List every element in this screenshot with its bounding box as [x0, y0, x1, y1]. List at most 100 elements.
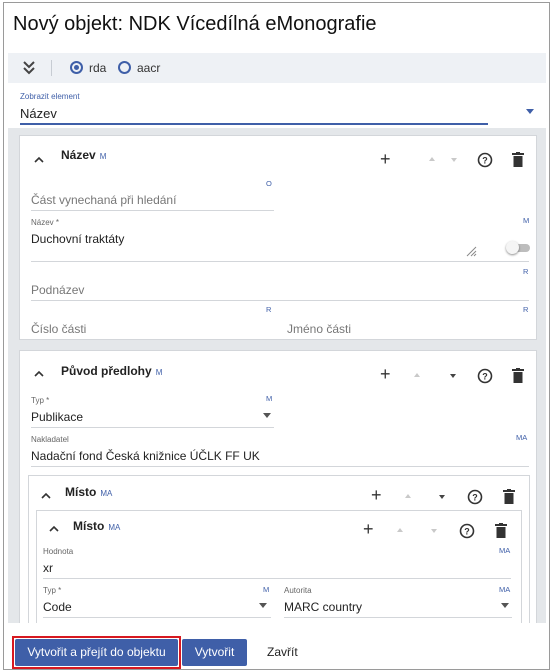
double-chevron-down-icon[interactable] [22, 60, 36, 76]
field-underline [43, 578, 511, 579]
field-underline [31, 210, 274, 211]
field-tag: MA [499, 585, 511, 594]
nakladatel-field[interactable]: Nadační fond Česká knižnice ÚČLK FF UK [31, 449, 260, 463]
toolbar: rda aacr [8, 53, 546, 83]
autorita-select[interactable]: MARC country [284, 600, 362, 614]
radio-rda-label: rda [89, 61, 107, 75]
field-underline [284, 617, 512, 618]
nazev-panel-title: Název M [61, 148, 106, 162]
podnazev-field[interactable]: Podnázev [31, 283, 84, 297]
puvod-panel-tag: M [155, 368, 163, 377]
nazev-field-label: Název * [31, 218, 60, 227]
caret-down-icon[interactable] [526, 109, 534, 114]
delete-icon[interactable] [512, 368, 524, 383]
field-underline [31, 466, 529, 467]
chevron-up-icon[interactable] [34, 370, 44, 378]
radio-rda[interactable] [70, 61, 83, 74]
misto-inner-title-text: Místo [73, 519, 105, 533]
chevron-up-icon[interactable] [49, 525, 59, 533]
field-tag: O [266, 179, 272, 188]
misto-outer-tag: MA [100, 489, 113, 498]
puvod-predlohy-panel: Původ předlohy M + ? Typ * M Publikace Na… [19, 350, 537, 623]
create-button[interactable]: Vytvořit [182, 639, 247, 666]
svg-text:?: ? [464, 527, 470, 537]
misto-inner-tag: MA [108, 523, 121, 532]
field-tag: R [523, 305, 529, 314]
hodnota-field-label: Hodnota [43, 547, 74, 556]
delete-icon[interactable] [503, 489, 515, 504]
chevron-up-icon[interactable] [41, 492, 51, 500]
add-icon[interactable]: + [380, 365, 391, 383]
jmeno-casti-field[interactable]: Jméno části [287, 322, 351, 336]
svg-text:?: ? [472, 493, 478, 503]
move-down-icon[interactable] [450, 374, 456, 378]
svg-text:?: ? [482, 156, 488, 166]
typ-field-label: Typ * [43, 586, 62, 595]
cislo-casti-field[interactable]: Číslo části [31, 322, 86, 336]
create-and-open-button[interactable]: Vytvořit a přejít do objektu [15, 639, 178, 666]
nazev-panel-tag: M [99, 152, 107, 161]
field-tag: MA [516, 433, 528, 442]
caret-down-icon[interactable] [263, 413, 271, 418]
resize-handle-icon[interactable] [466, 246, 477, 257]
delete-icon[interactable] [512, 152, 524, 167]
element-select-underline [20, 123, 488, 125]
typ-field-label: Typ * [31, 396, 50, 405]
field-tag: M [266, 394, 273, 403]
help-icon[interactable]: ? [467, 489, 483, 505]
move-down-icon[interactable] [431, 529, 437, 533]
move-down-icon[interactable] [439, 495, 445, 499]
element-select[interactable]: Název [20, 106, 57, 121]
dialog-footer: Vytvořit a přejít do objektu Vytvořit Za… [4, 625, 549, 669]
dialog-title: Nový objekt: NDK Vícedílná eMonografie [13, 13, 377, 35]
field-underline [43, 617, 271, 618]
element-select-label: Zobrazit element [20, 92, 80, 101]
toolbar-divider [51, 60, 52, 76]
field-tag: M [523, 216, 530, 225]
add-icon[interactable]: + [380, 150, 391, 168]
typ-select[interactable]: Code [43, 600, 72, 614]
hodnota-field[interactable]: xr [43, 561, 53, 575]
toggle-switch[interactable] [506, 241, 530, 254]
move-up-icon[interactable] [429, 157, 435, 161]
help-icon[interactable]: ? [477, 368, 493, 384]
field-underline [31, 300, 529, 301]
cast-vynechana-field[interactable]: Část vynechaná při hledání [31, 193, 176, 207]
typ-select[interactable]: Publikace [31, 410, 83, 424]
nazev-panel-title-text: Název [61, 148, 96, 162]
field-underline [31, 427, 274, 428]
caret-down-icon[interactable] [501, 603, 509, 608]
help-icon[interactable]: ? [477, 152, 493, 168]
add-icon[interactable]: + [363, 520, 374, 538]
move-up-icon[interactable] [405, 494, 411, 498]
puvod-panel-title-text: Původ předlohy [61, 364, 152, 378]
autorita-field-label: Autorita [284, 586, 312, 595]
field-tag: MA [499, 546, 511, 555]
misto-inner-title: Místo MA [73, 519, 120, 533]
nakladatel-field-label: Nakladatel [31, 435, 69, 444]
misto-inner-panel: Místo MA + ? Hodnota MA xr Typ * M Code … [36, 510, 522, 623]
misto-outer-title-text: Místo [65, 485, 97, 499]
form-scroll-area[interactable]: Název M + ? O Část vynechaná při hledání … [8, 128, 546, 623]
new-object-dialog: Nový objekt: NDK Vícedílná eMonografie r… [3, 2, 550, 670]
nazev-field[interactable]: Duchovní traktáty [31, 232, 124, 246]
help-icon[interactable]: ? [459, 523, 475, 539]
field-tag: R [266, 305, 272, 314]
svg-text:?: ? [482, 372, 488, 382]
radio-aacr[interactable] [118, 61, 131, 74]
misto-outer-title: Místo MA [65, 485, 112, 499]
move-down-icon[interactable] [451, 158, 457, 162]
close-button[interactable]: Zavřít [267, 639, 298, 666]
nazev-panel: Název M + ? O Část vynechaná při hledání … [19, 135, 537, 340]
field-underline [31, 261, 529, 262]
puvod-panel-title: Původ předlohy M [61, 364, 162, 378]
move-up-icon[interactable] [414, 373, 420, 377]
radio-aacr-label: aacr [137, 61, 161, 75]
delete-icon[interactable] [495, 523, 507, 538]
misto-outer-panel: Místo MA + ? Místo MA + ? Hodnota MA xr … [28, 475, 530, 623]
caret-down-icon[interactable] [259, 603, 267, 608]
chevron-up-icon[interactable] [34, 156, 44, 164]
field-tag: M [263, 585, 270, 594]
move-up-icon[interactable] [397, 528, 403, 532]
add-icon[interactable]: + [371, 486, 382, 504]
